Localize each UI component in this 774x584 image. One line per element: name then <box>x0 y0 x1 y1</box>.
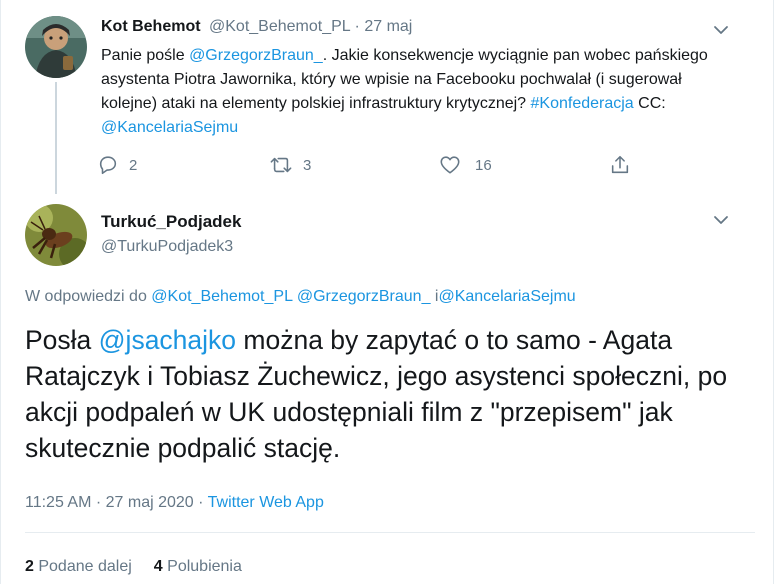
separator: · <box>354 18 360 35</box>
display-name[interactable]: Kot Behemot <box>101 18 201 35</box>
mention-link[interactable]: @jsachajko <box>99 325 236 355</box>
tweet-time[interactable]: 11:25 AM <box>25 494 91 511</box>
parent-tweet[interactable]: Kot Behemot @Kot_Behemot_PL · 27 maj Pan… <box>1 0 774 196</box>
mention-link[interactable]: @KancelariaSejmu <box>101 119 238 136</box>
tweet-stats: 2 Podane dalej 4 Polubienia <box>25 558 242 576</box>
retweets-stat[interactable]: 2 Podane dalej <box>25 558 132 575</box>
likes-label: Polubienia <box>167 558 242 575</box>
avatar[interactable] <box>25 204 87 266</box>
like-count: 16 <box>475 156 492 174</box>
separator: · <box>193 494 208 511</box>
reply-count: 2 <box>129 156 138 174</box>
user-handle[interactable]: @TurkuPodjadek3 <box>101 238 233 256</box>
mention-link[interactable]: @GrzegorzBraun_ <box>189 47 323 64</box>
source-app-link[interactable]: Twitter Web App <box>208 494 324 511</box>
likes-stat[interactable]: 4 Polubienia <box>154 558 242 575</box>
thread-line <box>55 82 57 194</box>
mention-link[interactable]: @Kot_Behemot_PL <box>151 288 292 305</box>
tweet-actions: 2 3 16 <box>97 150 637 180</box>
reply-button[interactable]: 2 <box>97 150 137 180</box>
chevron-down-icon[interactable] <box>711 20 731 40</box>
reply-to-prefix: W odpowiedzi do <box>25 288 152 305</box>
text-segment: Posła <box>25 325 99 355</box>
share-icon <box>611 155 629 174</box>
likes-count: 4 <box>153 558 163 575</box>
separator: · <box>91 494 106 511</box>
reply-context: W odpowiedzi do @Kot_Behemot_PL @Grzegor… <box>25 288 576 306</box>
retweet-button[interactable]: 3 <box>269 150 311 180</box>
tweet-text: Panie pośle @GrzegorzBraun_. Jakie konse… <box>101 44 721 140</box>
mention-link[interactable]: @KancelariaSejmu <box>438 288 575 305</box>
tweet-date[interactable]: 27 maj 2020 <box>106 494 194 511</box>
text-segment: Panie pośle <box>101 47 190 64</box>
heart-icon <box>440 156 460 174</box>
user-avatar-icon <box>25 16 87 78</box>
reply-icon <box>99 156 117 175</box>
display-name[interactable]: Turkuć_Podjadek <box>101 212 241 232</box>
retweet-count: 3 <box>303 156 312 174</box>
parent-tweet-header: Kot Behemot @Kot_Behemot_PL · 27 maj <box>101 18 412 36</box>
focused-tweet: Turkuć_Podjadek @TurkuPodjadek3 W odpowi… <box>1 196 774 584</box>
user-handle[interactable]: @Kot_Behemot_PL <box>209 18 350 35</box>
text-segment: CC: <box>633 95 666 112</box>
avatar[interactable] <box>25 16 87 78</box>
like-button[interactable]: 16 <box>439 150 492 180</box>
retweet-icon <box>270 157 292 173</box>
tweet-date[interactable]: 27 maj <box>364 18 412 35</box>
chevron-down-icon[interactable] <box>711 210 731 230</box>
tweet-text: Posła @jsachajko można by zapytać o to s… <box>25 322 755 466</box>
share-button[interactable] <box>609 150 631 180</box>
tweet-meta: 11:25 AM · 27 maj 2020 · Twitter Web App <box>25 494 324 512</box>
retweets-label: Podane dalej <box>38 558 132 575</box>
divider <box>25 532 755 533</box>
mention-link[interactable]: @GrzegorzBraun_ <box>297 288 431 305</box>
hashtag-link[interactable]: #Konfederacja <box>531 95 634 112</box>
user-avatar-icon <box>25 204 87 266</box>
tweet-thread: Kot Behemot @Kot_Behemot_PL · 27 maj Pan… <box>0 0 774 584</box>
retweets-count: 2 <box>25 558 34 575</box>
